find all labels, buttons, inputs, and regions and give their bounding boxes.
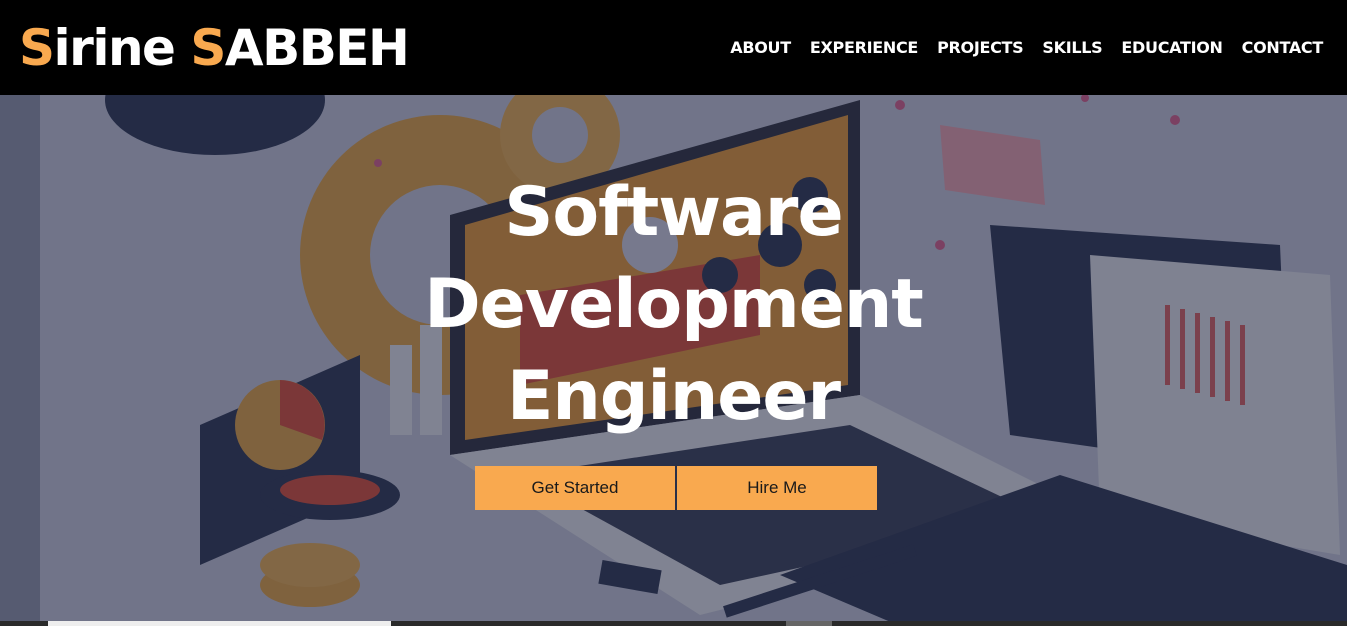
nav-projects[interactable]: PROJECTS	[937, 38, 1024, 57]
site-logo[interactable]: Sirine SABBEH	[19, 23, 410, 73]
nav-skills[interactable]: SKILLS	[1042, 38, 1102, 57]
nav-about[interactable]: ABOUT	[730, 38, 791, 57]
brand-first-initial: S	[19, 18, 55, 77]
hero-headline: Software Development Engineer	[0, 167, 1347, 443]
main-nav: ABOUT EXPERIENCE PROJECTS SKILLS EDUCATI…	[711, 38, 1323, 57]
brand-last-initial: S	[190, 18, 226, 77]
nav-education[interactable]: EDUCATION	[1121, 38, 1223, 57]
nav-experience[interactable]: EXPERIENCE	[810, 38, 919, 57]
get-started-button[interactable]: Get Started	[475, 466, 675, 510]
nav-contact[interactable]: CONTACT	[1242, 38, 1324, 57]
hire-me-button[interactable]: Hire Me	[677, 466, 877, 510]
next-section-preview	[48, 621, 391, 626]
headline-line-3: Engineer	[506, 357, 841, 436]
hero-cta-group: Get Started Hire Me	[475, 466, 877, 510]
headline-line-2: Development	[424, 265, 924, 344]
next-section-preview-2	[786, 621, 832, 626]
bottom-edge-strip	[0, 621, 1347, 626]
headline-line-1: Software	[504, 173, 843, 252]
hero-section: Software Development Engineer Get Starte…	[0, 95, 1347, 626]
site-header: Sirine SABBEH ABOUT EXPERIENCE PROJECTS …	[0, 0, 1347, 95]
brand-last-rest: ABBEH	[224, 18, 410, 77]
brand-first-rest: irine	[53, 18, 191, 77]
